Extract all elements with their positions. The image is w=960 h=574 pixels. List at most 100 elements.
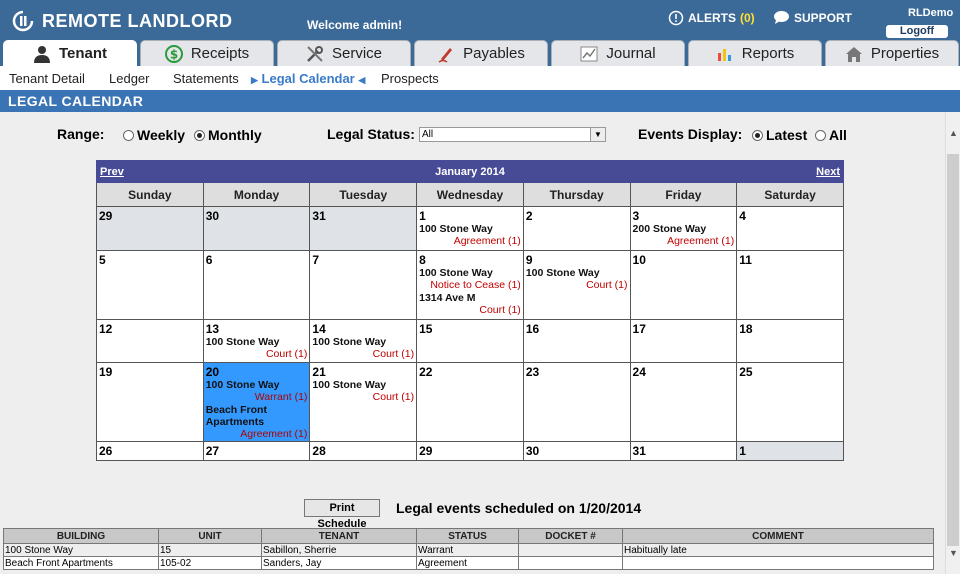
calendar-day[interactable]: 1 100 Stone Way Agreement (1): [416, 206, 524, 251]
scrollbar-thumb[interactable]: [947, 154, 959, 546]
calendar-day[interactable]: 18: [736, 319, 844, 363]
event-type-link[interactable]: Notice to Cease (1): [419, 279, 520, 292]
tab-properties[interactable]: Properties: [825, 40, 959, 66]
calendar-day[interactable]: 16: [522, 319, 631, 363]
logo-icon: [12, 10, 34, 32]
subnav-ledger[interactable]: Ledger: [109, 71, 149, 86]
event-type-link[interactable]: Court (1): [419, 304, 520, 317]
event-address[interactable]: 100 Stone Way: [419, 267, 521, 279]
event-type-link[interactable]: Agreement (1): [419, 235, 521, 248]
tab-journal[interactable]: Journal: [551, 40, 685, 66]
event-address[interactable]: 100 Stone Way: [312, 379, 414, 391]
vertical-scrollbar[interactable]: ▲ ▼: [945, 112, 960, 574]
column-header[interactable]: DOCKET #: [518, 528, 623, 544]
subnav-tenant-detail[interactable]: Tenant Detail: [9, 71, 85, 86]
column-header[interactable]: STATUS: [416, 528, 519, 544]
event-address[interactable]: 100 Stone Way: [206, 379, 308, 391]
calendar-day[interactable]: 29: [416, 441, 524, 461]
calendar-day[interactable]: 22: [416, 362, 524, 442]
event-type-link[interactable]: Court (1): [526, 279, 627, 292]
events-latest-radio[interactable]: Latest: [752, 127, 807, 143]
event-type-link[interactable]: Court (1): [206, 348, 307, 361]
column-header[interactable]: TENANT: [261, 528, 417, 544]
event-address[interactable]: 100 Stone Way: [312, 336, 414, 348]
range-weekly-radio[interactable]: Weekly: [123, 127, 185, 143]
tab-tenant[interactable]: Tenant: [3, 40, 137, 66]
legal-status-select[interactable]: All ▼: [419, 127, 606, 142]
event-type-link[interactable]: Court (1): [312, 391, 414, 404]
tab-payables[interactable]: Payables: [414, 40, 548, 66]
column-header[interactable]: UNIT: [158, 528, 262, 544]
event-type-link[interactable]: Agreement (1): [206, 428, 307, 441]
logoff-button[interactable]: Logoff: [886, 25, 948, 38]
alerts-label: ALERTS: [688, 11, 736, 25]
calendar-day[interactable]: 30: [522, 441, 631, 461]
event-type-link[interactable]: Court (1): [312, 348, 414, 361]
day-number: 28: [312, 444, 326, 458]
calendar-day[interactable]: 9 100 Stone Way Court (1): [522, 250, 631, 320]
calendar-day[interactable]: 31: [629, 441, 738, 461]
subnav-legal-calendar[interactable]: ▶ Legal Calendar ◀: [251, 71, 365, 86]
column-header[interactable]: COMMENT: [622, 528, 934, 544]
calendar-day[interactable]: 6: [202, 250, 311, 320]
event-address[interactable]: Beach Front Apartments: [206, 404, 308, 428]
event-address[interactable]: 100 Stone Way: [526, 267, 628, 279]
day-number: 16: [525, 322, 540, 336]
calendar-day[interactable]: 11: [736, 250, 844, 320]
calendar-day[interactable]: 5: [96, 250, 204, 320]
scroll-down-icon[interactable]: ▼: [946, 546, 960, 560]
event-address[interactable]: 100 Stone Way: [206, 336, 308, 348]
calendar-day[interactable]: 28: [309, 441, 418, 461]
scroll-up-icon[interactable]: ▲: [946, 126, 960, 140]
tab-receipts[interactable]: $ Receipts: [140, 40, 274, 66]
tab-reports[interactable]: Reports: [688, 40, 822, 66]
calendar-day[interactable]: 27: [202, 441, 311, 461]
prev-month-link[interactable]: Prev: [100, 166, 124, 178]
alerts-link[interactable]: ALERTS (0): [668, 10, 755, 26]
calendar-day[interactable]: 21 100 Stone Way Court (1): [309, 362, 418, 442]
day-number: 17: [632, 322, 646, 336]
tab-service[interactable]: Service: [277, 40, 411, 66]
calendar-day[interactable]: 31: [309, 206, 418, 251]
support-link[interactable]: SUPPORT: [773, 10, 852, 25]
event-type-link[interactable]: Agreement (1): [633, 235, 734, 248]
calendar-day[interactable]: 19: [96, 362, 204, 442]
event-address[interactable]: 200 Stone Way: [633, 223, 735, 235]
subnav-prospects[interactable]: Prospects: [381, 71, 439, 86]
calendar-day[interactable]: 29: [96, 206, 204, 251]
range-monthly-radio[interactable]: Monthly: [194, 127, 262, 143]
calendar-day[interactable]: 23: [522, 362, 631, 442]
calendar-day[interactable]: 13 100 Stone Way Court (1): [202, 319, 311, 363]
calendar-day[interactable]: 1: [736, 441, 844, 461]
table-row[interactable]: Beach Front Apartments 105-02 Sanders, Jay…: [3, 556, 934, 570]
events-all-radio[interactable]: All: [815, 127, 847, 143]
column-header[interactable]: BUILDING: [3, 528, 159, 544]
calendar-day[interactable]: 2: [522, 206, 631, 251]
calendar-day[interactable]: 30: [202, 206, 311, 251]
subnav-statements[interactable]: Statements: [173, 71, 239, 86]
calendar-day[interactable]: 14 100 Stone Way Court (1): [309, 319, 418, 363]
calendar-week-row: 12 13 100 Stone Way Court (1) 14 100 Stone Wa…: [96, 319, 844, 363]
calendar-day[interactable]: 10: [629, 250, 738, 320]
calendar-day[interactable]: 8 100 Stone Way Notice to Cease (1) 1314 Av…: [416, 250, 524, 320]
calendar-day[interactable]: 25: [736, 362, 844, 442]
calendar-day-selected[interactable]: 20 100 Stone Way Warrant (1) Beach Front Ap…: [202, 362, 311, 442]
calendar-day[interactable]: 24: [629, 362, 738, 442]
calendar-day[interactable]: 7: [309, 250, 418, 320]
app-title: REMOTE LANDLORD: [42, 10, 233, 31]
event-address[interactable]: 100 Stone Way: [419, 223, 521, 235]
calendar-day[interactable]: 4: [736, 206, 844, 251]
calendar-day[interactable]: 26: [96, 441, 204, 461]
app-logo[interactable]: REMOTE LANDLORD: [12, 10, 233, 32]
print-schedule-button[interactable]: Print Schedule: [304, 499, 380, 530]
range-monthly-label: Monthly: [208, 127, 262, 143]
table-row[interactable]: 100 Stone Way 15 Sabillon, Sherrie Warrant H…: [3, 543, 934, 557]
calendar-day[interactable]: 15: [416, 319, 524, 363]
calendar-day[interactable]: 12: [96, 319, 204, 363]
event-type-link[interactable]: Warrant (1): [206, 391, 308, 404]
event-address[interactable]: 1314 Ave M: [419, 292, 521, 304]
next-month-link[interactable]: Next: [816, 166, 840, 178]
alert-icon: [668, 10, 684, 26]
calendar-day[interactable]: 17: [629, 319, 738, 363]
calendar-day[interactable]: 3 200 Stone Way Agreement (1): [629, 206, 738, 251]
